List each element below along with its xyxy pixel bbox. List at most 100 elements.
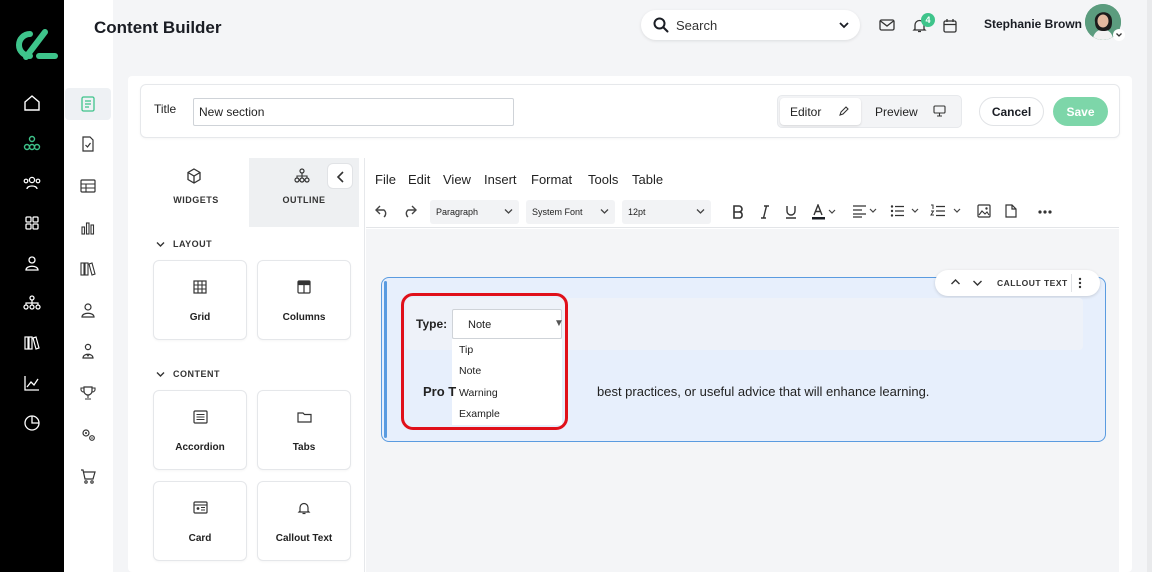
highlight-annotation (401, 293, 568, 430)
section-title-bar: Title Editor Preview Cancel Save (140, 84, 1120, 138)
menu-table[interactable]: Table (632, 172, 663, 187)
search-icon (653, 17, 669, 33)
chevron-down-icon (696, 209, 705, 214)
menu-insert[interactable]: Insert (484, 172, 517, 187)
chevron-down-icon (504, 209, 513, 214)
toolbar-separator (1071, 274, 1072, 292)
widget-accordion-label: Accordion (175, 442, 225, 453)
home-icon[interactable] (22, 93, 42, 113)
document-check-icon[interactable] (79, 135, 97, 153)
chevron-left-icon (336, 171, 344, 183)
apps-grid-icon[interactable] (22, 213, 42, 233)
menu-tools[interactable]: Tools (588, 172, 618, 187)
widget-card[interactable]: Card (153, 481, 247, 561)
user-badge-icon[interactable] (79, 342, 97, 360)
content-section-header[interactable]: CONTENT (156, 369, 220, 379)
collapse-panel-button[interactable] (327, 163, 353, 189)
hierarchy-icon[interactable] (22, 133, 42, 153)
content-doc-icon[interactable] (79, 95, 97, 113)
menu-view[interactable]: View (443, 172, 471, 187)
calendar-icon[interactable] (943, 18, 957, 33)
grid-icon (193, 280, 207, 294)
chevron-down-icon[interactable] (838, 19, 850, 31)
menu-edit[interactable]: Edit (408, 172, 430, 187)
mode-toggle: Editor Preview (777, 95, 962, 128)
menu-format[interactable]: Format (531, 172, 572, 187)
search-label: Search (676, 18, 718, 33)
block-format-value: Paragraph (436, 207, 479, 217)
secondary-nav (64, 0, 113, 572)
undo-icon[interactable] (375, 204, 390, 218)
cancel-button[interactable]: Cancel (979, 97, 1044, 126)
callout-accent-bar (384, 281, 387, 438)
outline-tree-icon (294, 168, 310, 183)
widget-grid[interactable]: Grid (153, 260, 247, 340)
content-section-label: CONTENT (173, 369, 220, 379)
text-color-icon[interactable] (812, 204, 836, 220)
widget-tabs[interactable]: Tabs (257, 390, 351, 470)
bold-icon[interactable] (732, 205, 744, 219)
notification-badge: 4 (921, 13, 935, 27)
widget-callout-text-label: Callout Text (275, 533, 333, 544)
trophy-icon[interactable] (79, 384, 97, 402)
widget-accordion[interactable]: Accordion (153, 390, 247, 470)
align-icon[interactable] (852, 204, 880, 218)
editor-toolbar: File Edit View Insert Format Tools Table… (366, 158, 1119, 228)
widget-columns-label: Columns (282, 312, 326, 323)
panel-divider (364, 158, 365, 572)
widget-card-label: Card (188, 533, 212, 544)
underline-icon[interactable] (785, 205, 797, 219)
books-icon[interactable] (79, 260, 97, 278)
more-horizontal-icon[interactable] (1038, 210, 1052, 214)
tab-widgets[interactable]: WIDGETS (141, 158, 251, 227)
settings-gears-icon[interactable] (79, 426, 97, 444)
chevron-down-icon (156, 372, 165, 378)
columns-icon (297, 280, 311, 294)
widget-grid-label: Grid (189, 312, 211, 323)
save-button[interactable]: Save (1053, 97, 1108, 126)
widget-tabs-label: Tabs (292, 442, 316, 453)
mail-icon[interactable] (879, 18, 895, 32)
user-menu-chevron[interactable] (1113, 29, 1125, 41)
font-family-value: System Font (532, 207, 583, 217)
chevron-down-icon[interactable] (972, 277, 983, 288)
widget-columns[interactable]: Columns (257, 260, 351, 340)
font-family-select[interactable]: System Font (526, 200, 615, 224)
bullet-list-icon[interactable] (890, 204, 922, 218)
users-group-icon[interactable] (22, 173, 42, 193)
chevron-up-icon[interactable] (950, 277, 961, 288)
chevron-down-icon (156, 242, 165, 248)
callout-toolbar-label: CALLOUT TEXT (997, 278, 1068, 288)
person-icon[interactable] (79, 301, 97, 319)
layout-section-label: LAYOUT (173, 239, 213, 249)
more-vertical-icon[interactable] (1078, 277, 1082, 289)
user-name[interactable]: Stephanie Brown (984, 17, 1082, 31)
library-icon[interactable] (22, 333, 42, 353)
cart-icon[interactable] (79, 467, 97, 485)
line-chart-icon[interactable] (22, 373, 42, 393)
menu-file[interactable]: File (375, 172, 396, 187)
italic-icon[interactable] (760, 205, 770, 219)
font-size-select[interactable]: 12pt (622, 200, 711, 224)
title-input[interactable] (193, 98, 514, 126)
search-box[interactable]: Search (641, 10, 860, 40)
window-edge (1147, 0, 1152, 572)
editor-mode-button[interactable]: Editor (780, 98, 861, 125)
pie-chart-icon[interactable] (22, 413, 42, 433)
bar-chart-icon[interactable] (79, 219, 97, 237)
id-card-icon (193, 501, 208, 514)
numbered-list-icon[interactable] (930, 204, 964, 218)
widget-callout-text[interactable]: Callout Text (257, 481, 351, 561)
folder-icon (297, 412, 312, 423)
table-icon[interactable] (79, 177, 97, 195)
image-icon[interactable] (977, 204, 991, 218)
org-chart-icon[interactable] (22, 293, 42, 313)
block-format-select[interactable]: Paragraph (430, 200, 519, 224)
chevron-down-icon (600, 209, 609, 214)
layout-section-header[interactable]: LAYOUT (156, 239, 212, 249)
redo-icon[interactable] (402, 204, 417, 218)
file-icon[interactable] (1005, 204, 1017, 218)
accordion-icon (193, 410, 208, 424)
user-icon[interactable] (22, 253, 42, 273)
editor-mode-label: Editor (790, 105, 822, 119)
